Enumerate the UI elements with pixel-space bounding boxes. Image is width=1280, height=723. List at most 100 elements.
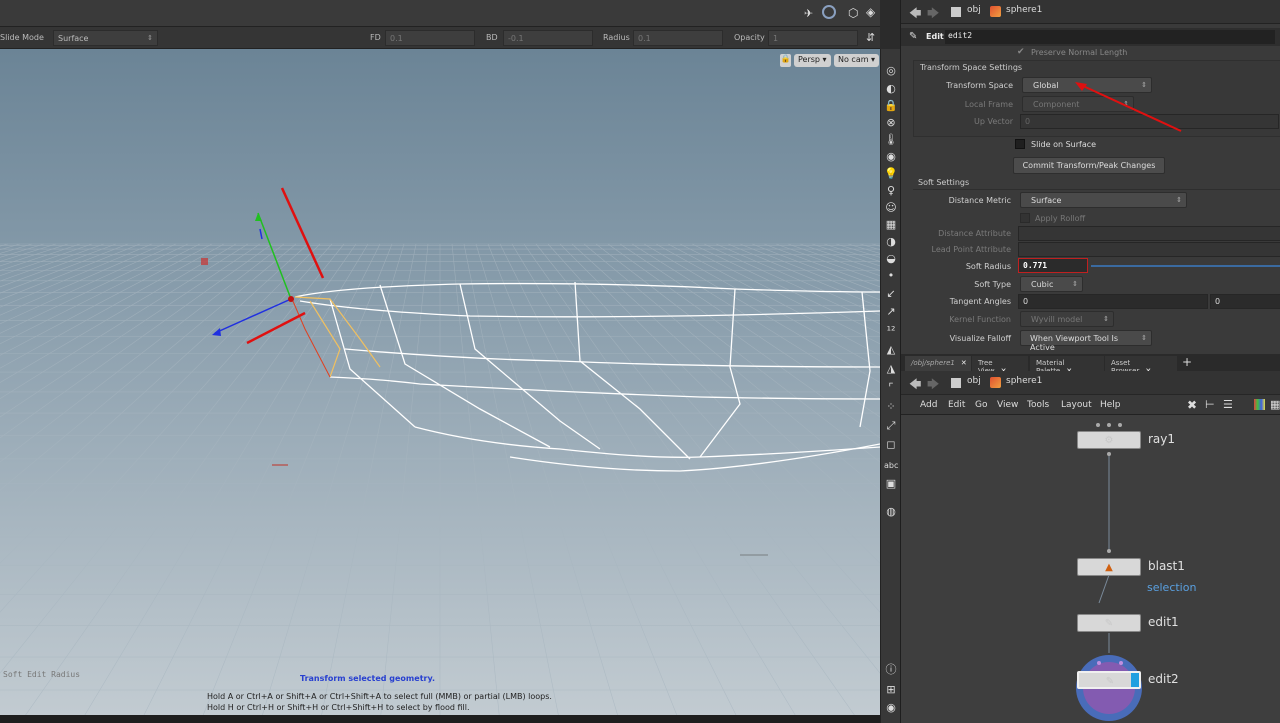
image-icon[interactable]: ▣	[884, 477, 898, 491]
lock-icon[interactable]: 🔒	[780, 54, 791, 67]
target-icon[interactable]	[822, 5, 836, 19]
sphere-icon[interactable]: ◉	[884, 150, 898, 164]
fd-field[interactable]: 0.1	[385, 30, 475, 46]
visualize-falloff-select[interactable]: When Viewport Tool Is Active ⇕	[1020, 330, 1152, 352]
tab-asset-browser[interactable]: Asset Browser✕	[1105, 356, 1177, 375]
close-icon[interactable]: ✕	[961, 359, 967, 367]
prim-normal-icon[interactable]: ◭	[884, 343, 898, 357]
tree-icon[interactable]: ⊢	[1205, 398, 1215, 411]
output-port[interactable]	[1107, 452, 1111, 456]
menu-add[interactable]: Add	[920, 400, 937, 410]
soft-radius-slider[interactable]	[1091, 265, 1280, 267]
add-tab-button[interactable]: +	[1182, 355, 1192, 369]
menu-layout[interactable]: Layout	[1061, 400, 1092, 410]
edge-icon[interactable]: ⌜	[884, 381, 898, 395]
input-port[interactable]	[1096, 423, 1100, 427]
thermometer-icon[interactable]: 🌡	[884, 133, 898, 147]
tangent-angle-1-field[interactable]: 0	[1018, 294, 1208, 309]
back-arrow-icon[interactable]: 🡄	[909, 4, 921, 25]
back-arrow-icon[interactable]: 🡄	[909, 375, 921, 396]
path-obj[interactable]: obj	[967, 5, 981, 15]
path-node[interactable]: sphere1	[1006, 5, 1042, 15]
commit-transform-button[interactable]: Commit Transform/Peak Changes	[1013, 157, 1165, 174]
menu-view[interactable]: View	[997, 400, 1018, 410]
soft-type-select[interactable]: Cubic ⇕	[1020, 276, 1083, 292]
opacity-field[interactable]: 1	[768, 30, 858, 46]
pin-icon[interactable]: ✈	[804, 7, 813, 20]
normal-icon[interactable]: ↙	[884, 287, 898, 301]
text-icon[interactable]: abc	[884, 459, 898, 473]
cube-icon[interactable]: ⬡	[848, 6, 858, 20]
grid-display-icon[interactable]: ▦	[884, 218, 898, 232]
menu-help[interactable]: Help	[1100, 400, 1121, 410]
apply-rolloff-checkbox[interactable]	[1020, 213, 1030, 223]
node-ray1[interactable]: ⚙	[1077, 431, 1141, 449]
cancel-icon[interactable]: ⊗	[884, 116, 898, 130]
snap-icon[interactable]: ◐	[884, 82, 898, 96]
node-name-field[interactable]: edit2	[945, 30, 1275, 44]
node-edit2[interactable]: ✎	[1077, 671, 1141, 689]
menu-edit[interactable]: Edit	[948, 400, 965, 410]
distance-metric-select[interactable]: Surface ⇕	[1020, 192, 1187, 208]
map-pin-icon[interactable]: ◍	[884, 505, 898, 519]
shading-icon[interactable]: ◒	[884, 252, 898, 266]
render-icon[interactable]: ◈	[866, 5, 875, 19]
menu-tools[interactable]: Tools	[1027, 400, 1049, 410]
node-edit2-label[interactable]: edit2	[1148, 672, 1179, 686]
options-menu-icon[interactable]: ⇵	[866, 31, 875, 44]
tab-material-palette[interactable]: Material Palette✕	[1030, 356, 1104, 375]
tab-tree-view[interactable]: Tree View✕	[972, 356, 1028, 375]
list-icon[interactable]: ☰	[1223, 398, 1233, 411]
path-obj[interactable]: obj	[967, 376, 981, 386]
color-palette-icon[interactable]	[1254, 399, 1265, 410]
uv-icon[interactable]: ⤢	[884, 419, 898, 433]
input-port[interactable]	[1097, 661, 1101, 665]
camera-light-icon[interactable]: ☺	[884, 201, 898, 215]
tab-obj-sphere1[interactable]: /obj/sphere1 ✕	[905, 356, 971, 371]
layout-grid-icon[interactable]: ⊞	[884, 683, 898, 697]
distance-attribute-field[interactable]	[1018, 226, 1280, 241]
3d-scene[interactable]	[0, 49, 880, 723]
box-icon[interactable]: ◻	[884, 438, 898, 452]
point-icon[interactable]: •	[884, 269, 898, 283]
lead-point-attribute-field[interactable]	[1018, 242, 1280, 257]
no-cam-button[interactable]: No cam ▾	[834, 54, 880, 67]
forward-arrow-icon[interactable]: 🡆	[927, 375, 939, 396]
visibility-icon[interactable]: ◑	[884, 235, 898, 249]
point-numbers-icon[interactable]: ¹²	[884, 324, 898, 338]
light-bulb-icon[interactable]: 💡	[884, 167, 898, 181]
grid-view-icon[interactable]: ▦	[1270, 398, 1280, 411]
input-port[interactable]	[1107, 423, 1111, 427]
forward-arrow-icon[interactable]: 🡆	[927, 4, 939, 25]
input-port[interactable]	[1107, 549, 1111, 553]
info-icon[interactable]: ⓘ	[884, 663, 898, 677]
checkmark-icon[interactable]: ✔	[1017, 47, 1025, 57]
dots-icon[interactable]: ⁘	[884, 400, 898, 414]
node-blast1-label[interactable]: blast1	[1148, 559, 1185, 573]
node-edit1[interactable]: ✎	[1077, 614, 1141, 632]
menu-go[interactable]: Go	[975, 400, 987, 410]
lock-camera-icon[interactable]: 🔒	[884, 99, 898, 113]
tangent-angle-2-field[interactable]: 0	[1210, 294, 1280, 309]
node-blast1[interactable]: ▲	[1077, 558, 1141, 576]
pivot-point[interactable]	[288, 296, 294, 302]
persp-camera-button[interactable]: Persp ▾	[794, 54, 831, 67]
node-edit1-label[interactable]: edit1	[1148, 615, 1179, 629]
path-node[interactable]: sphere1	[1006, 376, 1042, 386]
display-flag[interactable]	[1131, 673, 1139, 687]
input-port[interactable]	[1118, 423, 1122, 427]
node-ray1-label[interactable]: ray1	[1148, 432, 1175, 446]
prim-icon[interactable]: ◮	[884, 362, 898, 376]
slide-on-surface-checkbox[interactable]	[1015, 139, 1025, 149]
soft-radius-field[interactable]: 0.771	[1018, 258, 1088, 273]
kernel-function-select[interactable]: Wyvill model ⇕	[1020, 311, 1114, 327]
vector-icon[interactable]: ↗	[884, 305, 898, 319]
radius-field[interactable]: 0.1	[633, 30, 723, 46]
ghost-icon[interactable]: ◎	[884, 64, 898, 78]
eye-icon[interactable]: ◉	[884, 701, 898, 715]
light-icon[interactable]: ♀	[884, 184, 898, 198]
slide-mode-select[interactable]: Surface ⇕	[53, 30, 158, 46]
wrench-icon[interactable]: ✖	[1187, 398, 1197, 412]
network-canvas[interactable]: ⚙ ray1 ▲ blast1 selection ✎ edit1 ✎ edit…	[901, 415, 1280, 723]
input-port[interactable]	[1119, 661, 1123, 665]
